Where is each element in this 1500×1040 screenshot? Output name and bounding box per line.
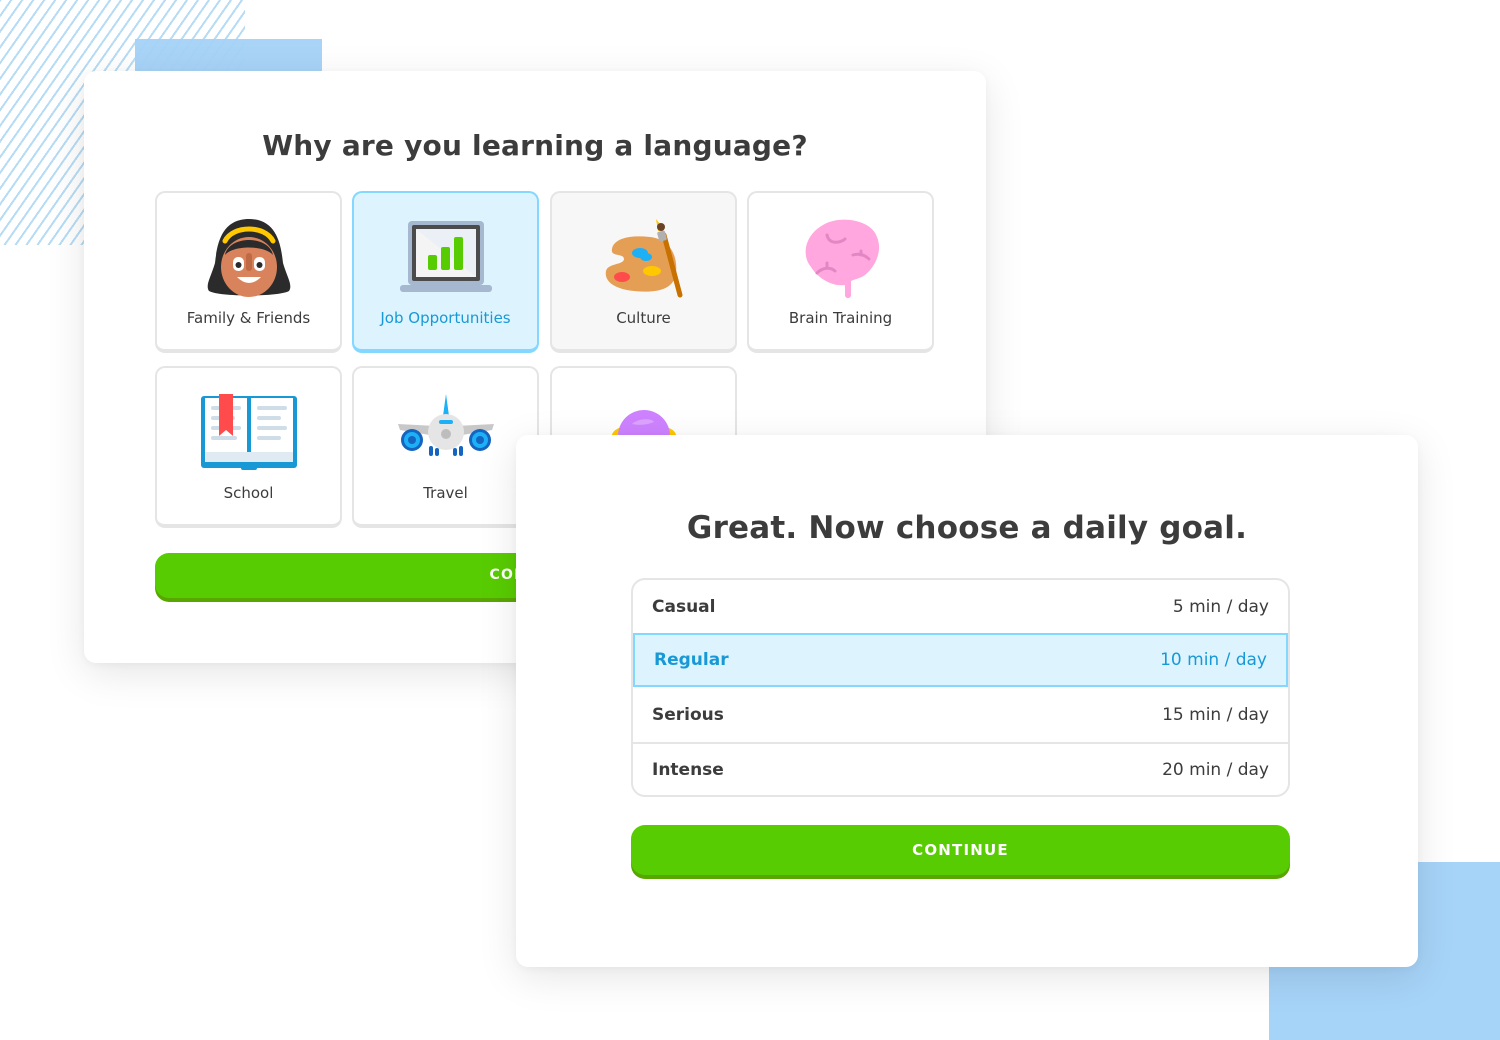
open-book-icon (200, 394, 297, 470)
reason-option-travel[interactable]: Travel (352, 366, 539, 528)
reason-label: Family & Friends (186, 309, 311, 327)
goal-name: Serious (652, 705, 724, 725)
reason-label: School (223, 484, 274, 502)
reason-label: Brain Training (788, 309, 893, 327)
airplane-icon (397, 394, 494, 456)
goal-time: 10 min / day (1160, 650, 1267, 670)
reason-option-culture[interactable]: Culture (550, 191, 737, 353)
daily-goal-list: Casual 5 min / day Regular 10 min / day … (631, 578, 1290, 797)
reason-option-job-opportunities[interactable]: Job Opportunities (352, 191, 539, 353)
goal-name: Intense (652, 760, 724, 780)
goal-name: Casual (652, 597, 716, 617)
goal-option-regular[interactable]: Regular 10 min / day (633, 633, 1288, 687)
paint-palette-icon (605, 219, 682, 298)
goal-time: 15 min / day (1162, 705, 1269, 725)
girl-face-icon (207, 219, 290, 297)
page-title: Great. Now choose a daily goal. (686, 510, 1248, 546)
laptop-chart-icon (399, 221, 492, 292)
reason-label: Job Opportunities (380, 309, 511, 327)
goal-option-serious[interactable]: Serious 15 min / day (633, 688, 1288, 742)
daily-goal-card: Great. Now choose a daily goal. Casual 5… (516, 435, 1418, 967)
page-title: Why are you learning a language? (262, 129, 808, 162)
goal-name: Regular (654, 650, 729, 670)
reason-option-brain-training[interactable]: Brain Training (747, 191, 934, 353)
reason-label: Culture (616, 309, 671, 327)
reason-option-family-friends[interactable]: Family & Friends (155, 191, 342, 353)
brain-icon (805, 219, 879, 298)
goal-option-intense[interactable]: Intense 20 min / day (633, 742, 1288, 795)
continue-button[interactable]: CONTINUE (631, 825, 1290, 875)
reason-option-school[interactable]: School (155, 366, 342, 528)
goal-option-casual[interactable]: Casual 5 min / day (633, 580, 1288, 634)
reason-label: Travel (423, 484, 468, 502)
goal-time: 20 min / day (1162, 760, 1269, 780)
goal-time: 5 min / day (1172, 597, 1269, 617)
